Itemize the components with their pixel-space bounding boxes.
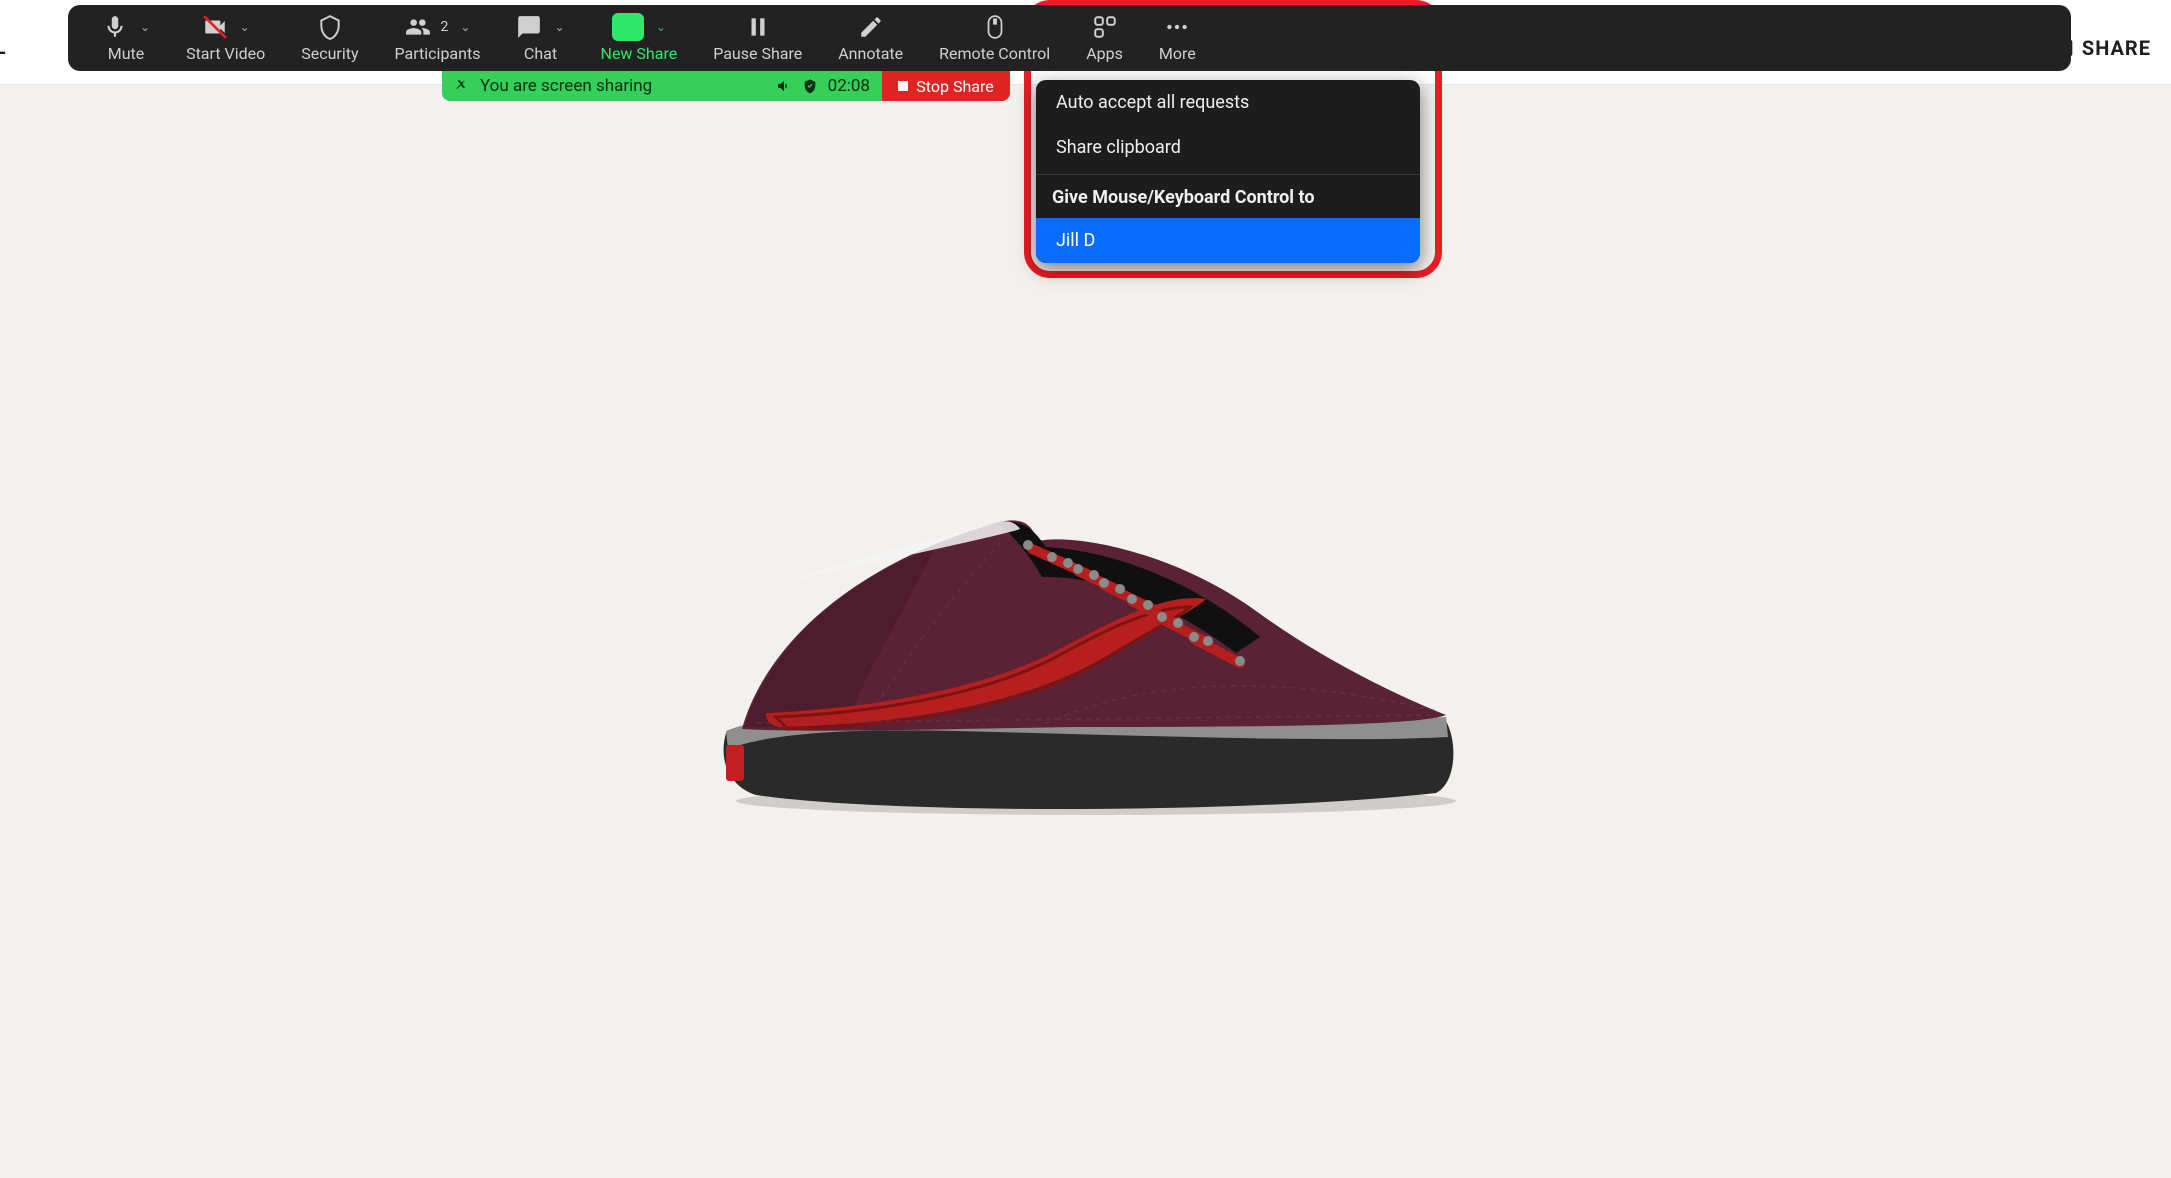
mute-button[interactable]: ⌄ Mute (84, 5, 168, 71)
speaker-icon[interactable] (776, 78, 792, 94)
new-share-button[interactable]: ⌄ New Share (583, 5, 696, 71)
shield-icon (317, 14, 343, 40)
chevron-down-icon[interactable]: ⌄ (554, 20, 564, 34)
chat-label: Chat (524, 44, 557, 63)
stop-icon (898, 81, 908, 91)
participants-button[interactable]: 2 ⌄ Participants (377, 5, 499, 71)
more-button[interactable]: More (1141, 5, 1214, 71)
remote-control-label: Remote Control (939, 44, 1050, 63)
menu-item-participant[interactable]: Jill D (1036, 218, 1420, 263)
apps-icon (1092, 14, 1118, 40)
menu-give-control-header: Give Mouse/Keyboard Control to (1036, 174, 1420, 218)
microphone-icon (102, 14, 128, 40)
pause-share-label: Pause Share (713, 44, 802, 63)
new-share-label: New Share (601, 44, 678, 63)
menu-item-auto-accept[interactable]: Auto accept all requests (1036, 80, 1420, 125)
remote-control-button[interactable]: Remote Control (921, 5, 1068, 71)
apps-button[interactable]: Apps (1068, 5, 1141, 71)
participants-count: 2 (441, 19, 449, 35)
sharing-message: You are screen sharing (480, 76, 652, 96)
stop-share-label: Stop Share (916, 77, 993, 96)
chat-button[interactable]: ⌄ Chat (498, 5, 582, 71)
annotate-label: Annotate (838, 44, 903, 63)
sharing-status-bar: You are screen sharing 02:08 Stop Share (442, 71, 1010, 101)
more-label: More (1159, 44, 1196, 63)
shield-check-icon[interactable] (802, 78, 818, 94)
stop-share-button[interactable]: Stop Share (882, 71, 1010, 101)
remote-control-menu: Auto accept all requests Share clipboard… (1036, 80, 1420, 263)
pencil-icon (858, 14, 884, 40)
chevron-down-icon[interactable]: ⌄ (460, 20, 470, 34)
page-title-fragment: OL (0, 35, 7, 59)
chat-icon (516, 14, 542, 40)
share-up-icon (612, 13, 644, 41)
mouse-icon (982, 14, 1008, 40)
participants-icon (405, 14, 431, 40)
chevron-down-icon[interactable]: ⌄ (140, 20, 150, 34)
pause-icon (745, 14, 771, 40)
pin-icon[interactable] (454, 78, 470, 94)
start-video-label: Start Video (186, 44, 265, 63)
more-dots-icon (1164, 14, 1190, 40)
share-label: SHARE (2082, 36, 2151, 60)
chevron-down-icon[interactable]: ⌄ (656, 20, 666, 34)
mute-label: Mute (108, 44, 145, 63)
security-button[interactable]: Security (283, 5, 376, 71)
video-off-icon (202, 14, 228, 40)
start-video-button[interactable]: ⌄ Start Video (168, 5, 283, 71)
annotate-button[interactable]: Annotate (820, 5, 921, 71)
product-image-shoe (696, 483, 1476, 823)
apps-label: Apps (1086, 44, 1123, 63)
participants-label: Participants (395, 44, 481, 63)
chevron-down-icon[interactable]: ⌄ (240, 20, 250, 34)
menu-item-share-clipboard[interactable]: Share clipboard (1036, 125, 1420, 170)
sharing-status: You are screen sharing 02:08 (442, 71, 882, 101)
sharing-timer: 02:08 (828, 76, 870, 96)
pause-share-button[interactable]: Pause Share (695, 5, 820, 71)
zoom-toolbar: ⌄ Mute ⌄ Start Video Security 2 ⌄ Partic… (68, 5, 2071, 71)
security-label: Security (301, 44, 358, 63)
